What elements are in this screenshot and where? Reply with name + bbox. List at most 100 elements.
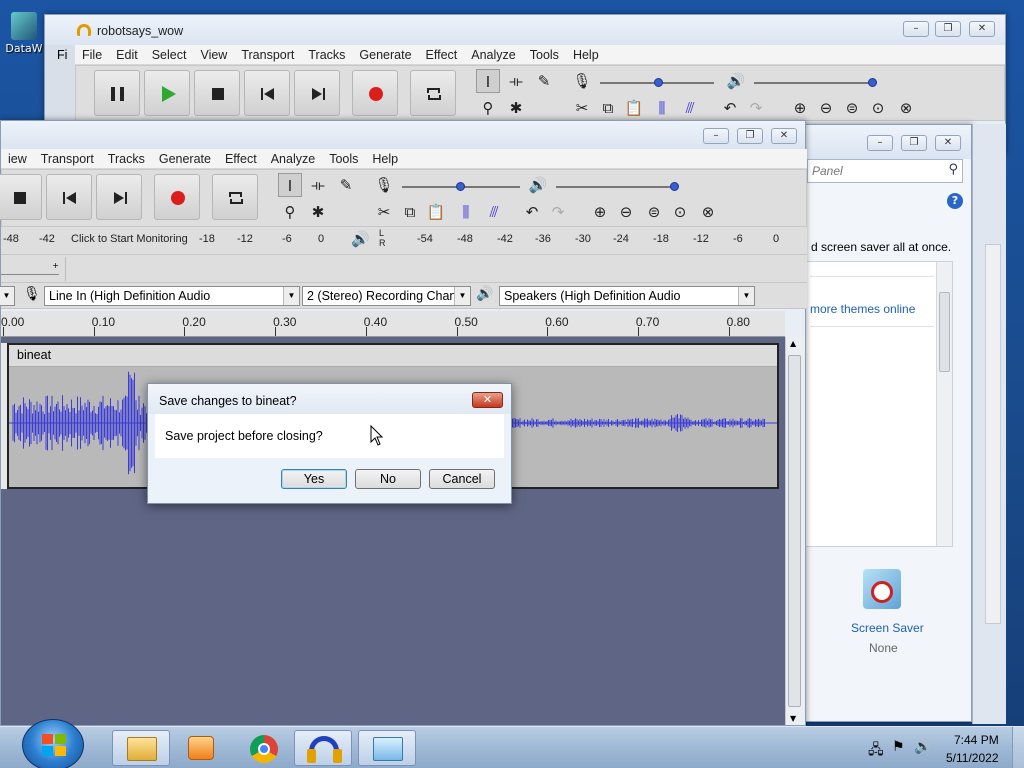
menu-iew[interactable]: iew xyxy=(1,152,34,166)
cp-minimize-button[interactable]: – xyxy=(867,135,893,151)
minimize-button[interactable]: – xyxy=(903,21,929,37)
restore-button[interactable]: ❐ xyxy=(935,21,961,37)
loop-button[interactable] xyxy=(410,70,456,116)
host-combo-clipped[interactable]: ▼ xyxy=(0,286,15,306)
main-fit-selection-icon[interactable]: ⊜ xyxy=(642,200,666,224)
main-playback-volume-slider[interactable] xyxy=(556,186,676,188)
menu-analyze[interactable]: Analyze xyxy=(264,152,322,166)
main-paste-icon[interactable]: 📋 xyxy=(424,200,448,224)
zoom-in-icon[interactable]: ⊕ xyxy=(788,96,812,120)
record-button[interactable] xyxy=(352,70,398,116)
screen-saver-icon[interactable] xyxy=(863,569,901,609)
monitor-text[interactable]: Click to Start Monitoring xyxy=(71,233,188,245)
zoom-toggle-icon[interactable]: ⊗ xyxy=(894,96,918,120)
main-trim-icon[interactable]: ⫼ xyxy=(454,200,478,224)
cp-search-box[interactable]: Panel ⚲ xyxy=(807,159,963,183)
cp-titlebar[interactable]: – ❐ ✕ xyxy=(805,125,971,159)
taskbar-audacity[interactable] xyxy=(294,730,352,766)
paste-icon[interactable]: 📋 xyxy=(622,96,646,120)
menu-generate[interactable]: Generate xyxy=(352,48,418,62)
cancel-button[interactable]: Cancel xyxy=(429,469,495,489)
main-zoom-toggle-icon[interactable]: ⊗ xyxy=(696,200,720,224)
main-close-button[interactable]: ✕ xyxy=(771,128,797,144)
no-button[interactable]: No xyxy=(355,469,421,489)
menu-select[interactable]: Select xyxy=(145,48,194,62)
silence-icon[interactable]: ⫻ xyxy=(678,96,702,120)
redo-icon[interactable]: ↷ xyxy=(744,96,768,120)
menu-tracks[interactable]: Tracks xyxy=(101,152,152,166)
playback-volume-knob[interactable] xyxy=(868,78,877,87)
playback-volume-slider[interactable] xyxy=(754,82,872,84)
cp-restore-button[interactable]: ❐ xyxy=(901,135,927,151)
themes-scroll-thumb[interactable] xyxy=(939,292,950,372)
menu-analyze[interactable]: Analyze xyxy=(464,48,522,62)
tray-network-icon[interactable]: 🖧 xyxy=(868,739,884,763)
taskbar-explorer[interactable] xyxy=(112,730,170,766)
menu-view[interactable]: View xyxy=(193,48,234,62)
stop-button[interactable] xyxy=(194,70,240,116)
main-redo-icon[interactable]: ↷ xyxy=(546,200,570,224)
tray-volume-icon[interactable]: 🔊 xyxy=(914,739,931,755)
start-button[interactable] xyxy=(22,719,84,768)
clock-time[interactable]: 7:44 PM xyxy=(954,733,999,747)
taskbar-media-player[interactable] xyxy=(172,730,230,766)
skip-start-button[interactable] xyxy=(244,70,290,116)
main-zoom-tool-icon[interactable]: ⚲ xyxy=(278,200,302,224)
scroll-up-arrow[interactable]: ▲ xyxy=(790,339,796,348)
right-scrollbar[interactable] xyxy=(985,244,1001,624)
main-silence-icon[interactable]: ⫻ xyxy=(482,200,506,224)
yes-button[interactable]: Yes xyxy=(281,469,347,489)
scroll-down-arrow[interactable]: ▼ xyxy=(790,714,796,723)
menu-help[interactable]: Help xyxy=(566,48,606,62)
titlebar[interactable]: robotsays_wow – ❐ ✕ xyxy=(45,15,1005,45)
main-skip-end-button[interactable] xyxy=(96,174,142,220)
envelope-tool-icon[interactable]: ⟛ xyxy=(504,69,528,93)
input-device-select[interactable]: Line In (High Definition Audio ▼ xyxy=(44,286,300,306)
timeline-ruler[interactable]: 0.00 0.10 0.20 0.30 0.40 0.50 0.60 0.70 0.80 xyxy=(1,311,785,337)
main-fit-project-icon[interactable]: ⊙ xyxy=(668,200,692,224)
zoom-out-icon[interactable]: ⊖ xyxy=(814,96,838,120)
main-copy-icon[interactable]: ⧉ xyxy=(398,200,422,224)
scroll-thumb[interactable] xyxy=(788,355,801,707)
zoom-tool-icon[interactable]: ⚲ xyxy=(476,96,500,120)
record-volume-knob[interactable] xyxy=(654,78,663,87)
main-record-volume-knob[interactable] xyxy=(456,182,465,191)
main-record-button[interactable] xyxy=(154,174,200,220)
play-button[interactable] xyxy=(144,70,190,116)
main-draw-tool-icon[interactable]: ✎ xyxy=(334,173,358,197)
pause-button[interactable] xyxy=(94,70,140,116)
fit-selection-icon[interactable]: ⊜ xyxy=(840,96,864,120)
show-desktop-button[interactable] xyxy=(1012,727,1024,768)
cut-icon[interactable]: ✂ xyxy=(570,96,594,120)
menu-transport[interactable]: Transport xyxy=(234,48,301,62)
main-stop-button[interactable] xyxy=(0,174,42,220)
menu-tools[interactable]: Tools xyxy=(322,152,365,166)
main-zoom-in-icon[interactable]: ⊕ xyxy=(588,200,612,224)
menu-transport[interactable]: Transport xyxy=(34,152,101,166)
main-playback-volume-knob[interactable] xyxy=(670,182,679,191)
undo-icon[interactable]: ↶ xyxy=(718,96,742,120)
main-minimize-button[interactable]: – xyxy=(703,128,729,144)
close-button[interactable]: ✕ xyxy=(969,21,995,37)
main-undo-icon[interactable]: ↶ xyxy=(520,200,544,224)
clock-date[interactable]: 5/11/2022 xyxy=(946,751,999,765)
menu-generate[interactable]: Generate xyxy=(152,152,218,166)
menu-effect[interactable]: Effect xyxy=(218,152,264,166)
tray-flag-icon[interactable]: ⚑ xyxy=(892,739,905,755)
save-changes-dialog[interactable]: Save changes to bineat? ✕ Save project b… xyxy=(147,383,512,504)
main-cut-icon[interactable]: ✂ xyxy=(372,200,396,224)
fit-project-icon[interactable]: ⊙ xyxy=(866,96,890,120)
taskbar-control-panel[interactable] xyxy=(358,730,416,766)
screen-saver-label[interactable]: Screen Saver xyxy=(851,621,924,635)
main-loop-button[interactable] xyxy=(212,174,258,220)
menu-tools[interactable]: Tools xyxy=(523,48,566,62)
skip-end-button[interactable] xyxy=(294,70,340,116)
main-envelope-tool-icon[interactable]: ⟛ xyxy=(306,173,330,197)
output-device-select[interactable]: Speakers (High Definition Audio ▼ xyxy=(499,286,755,306)
selection-tool-icon[interactable]: I xyxy=(476,69,500,93)
copy-icon[interactable]: ⧉ xyxy=(596,96,620,120)
dialog-titlebar[interactable]: Save changes to bineat? ✕ xyxy=(148,384,511,414)
menu-tracks[interactable]: Tracks xyxy=(301,48,352,62)
desktop-icon-datawatch[interactable]: DataW xyxy=(2,10,46,70)
cp-close-button[interactable]: ✕ xyxy=(935,135,961,151)
